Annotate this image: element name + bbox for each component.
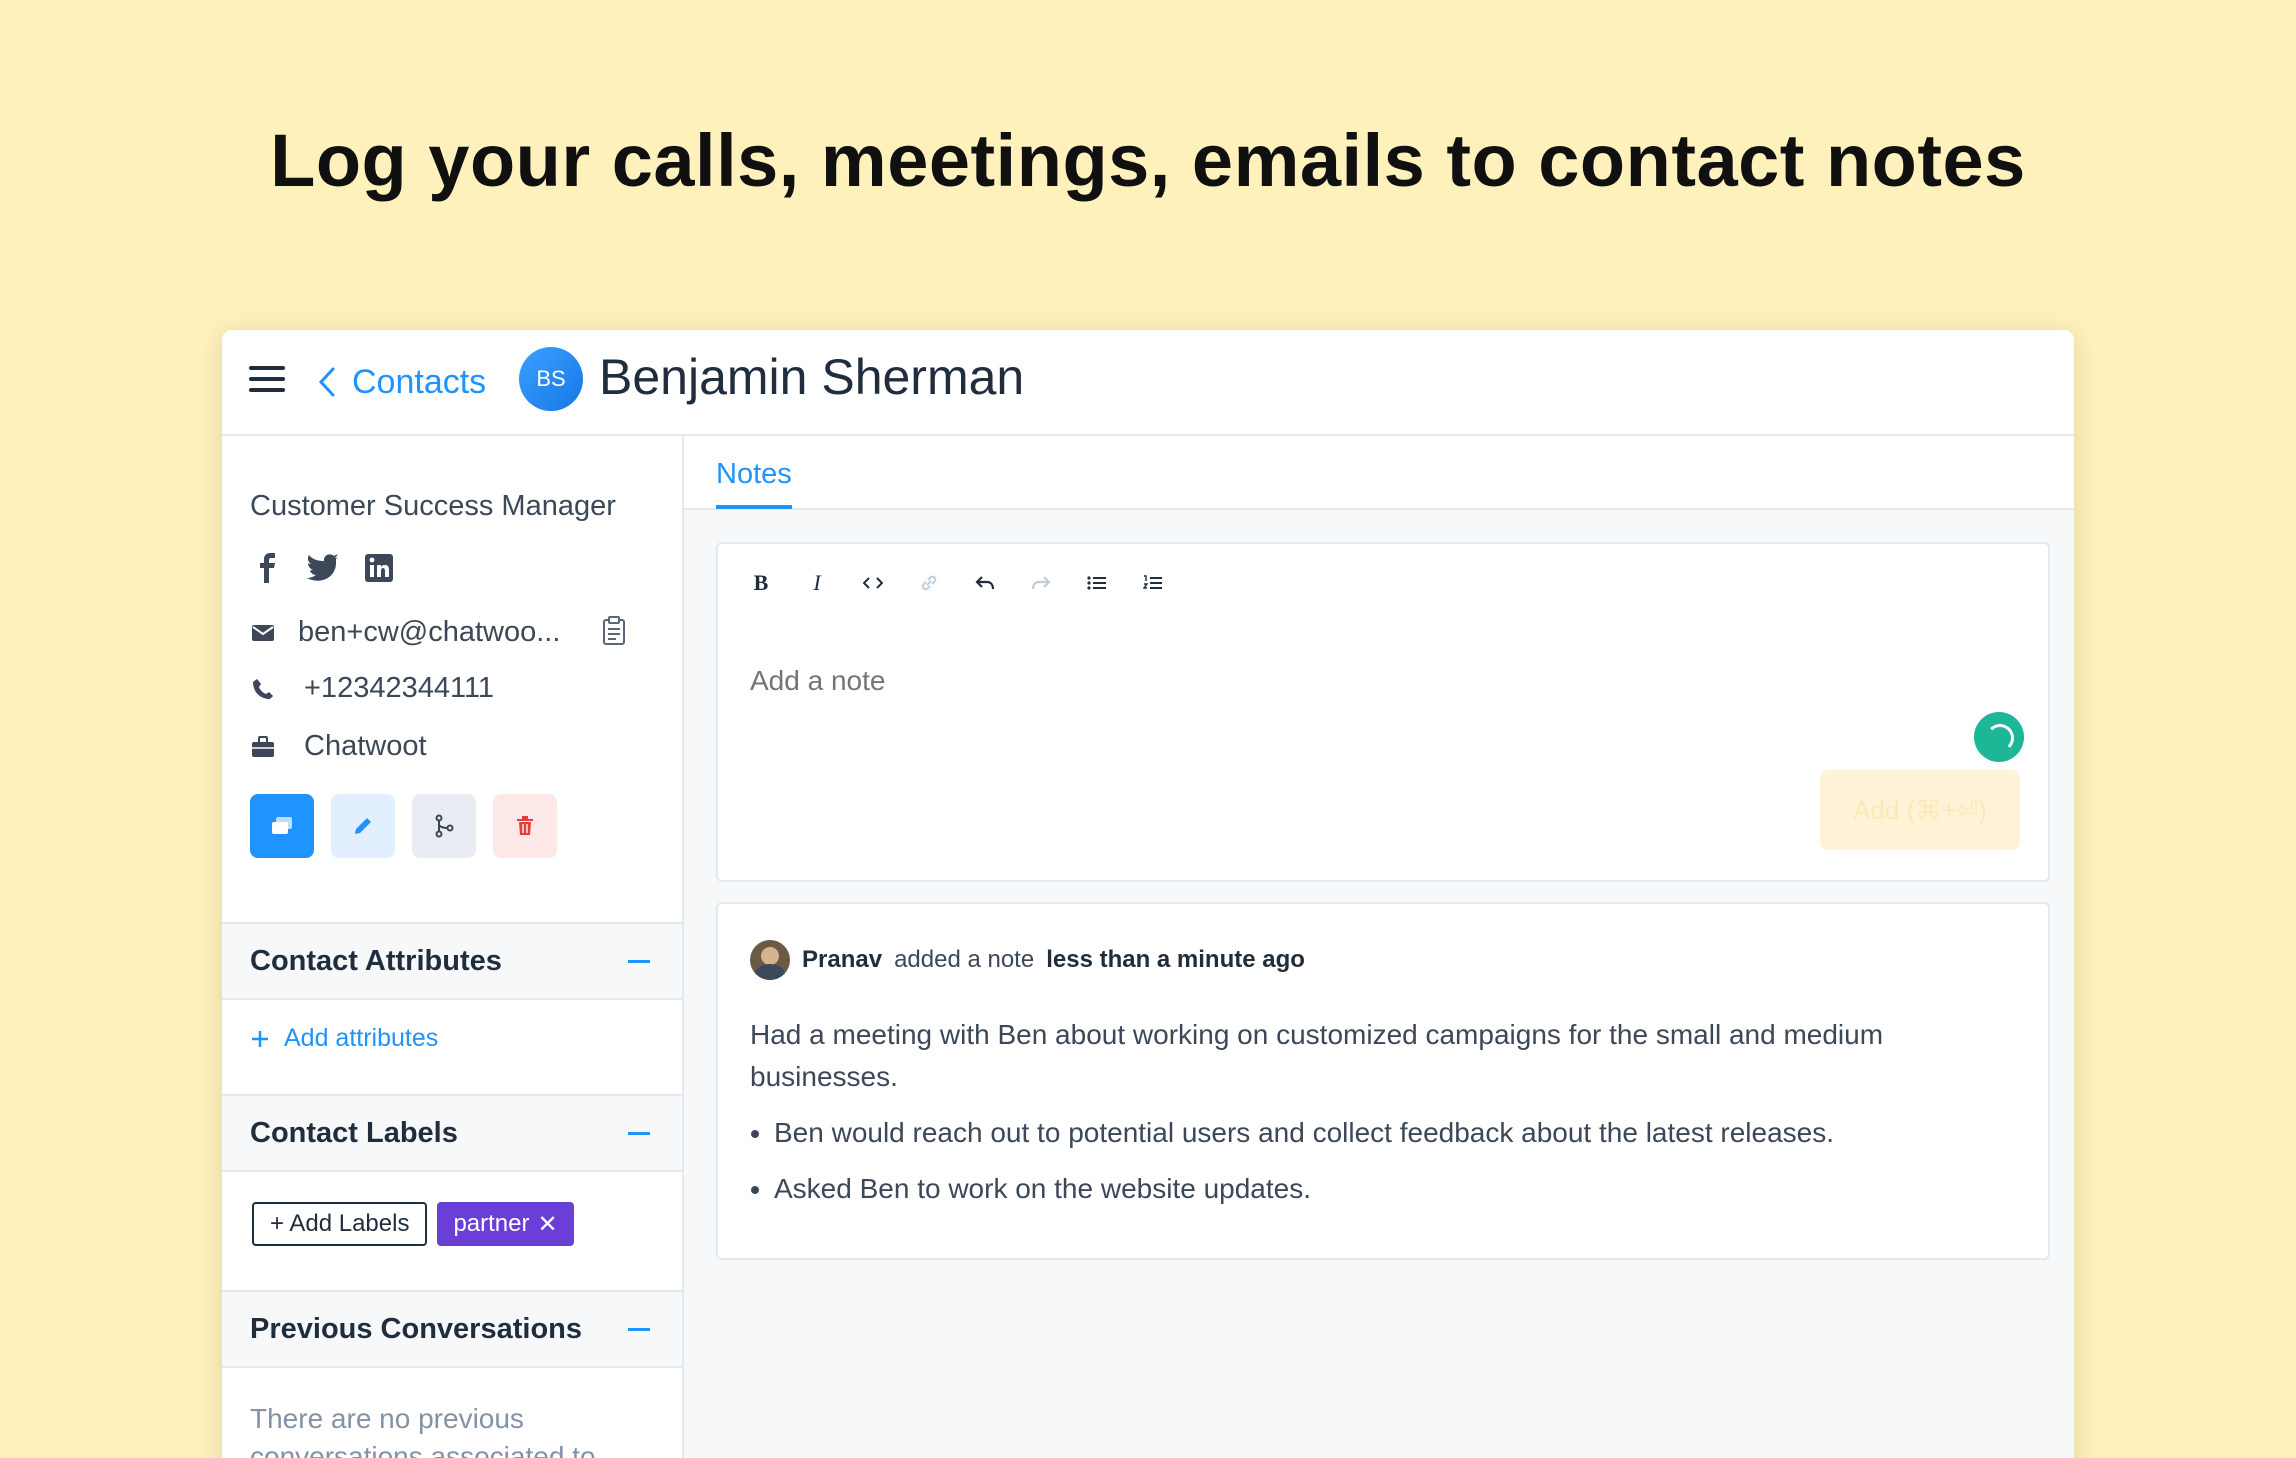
mail-icon [250,620,276,646]
empty-conversations-text: There are no previous conversations asso… [250,1403,596,1458]
note-input[interactable] [750,636,2010,726]
assistant-icon[interactable] [1974,712,2024,762]
section-title: Contact Labels [250,1116,458,1149]
tab-notes[interactable]: Notes [716,458,792,509]
trash-icon [517,816,533,835]
note-meta: Pranav added a note less than a minute a… [750,940,1305,980]
contact-name: Benjamin Sherman [599,349,1025,405]
section-title: Contact Attributes [250,944,502,977]
note-action: added a note [894,946,1035,973]
code-icon[interactable] [860,568,886,598]
phone-value[interactable]: +12342344111 [304,672,494,705]
chat-icon [272,817,292,834]
merge-icon [435,814,454,838]
back-to-contacts-link[interactable]: Contacts [316,358,486,406]
contact-sidebar: Customer Success Manager ben+cw@chatwoo.… [222,436,684,1458]
collapse-icon[interactable] [628,1132,650,1135]
undo-icon[interactable] [972,568,998,598]
note-text: Had a meeting with Ben about working on … [750,1019,1884,1092]
top-bar: Contacts BS Benjamin Sherman [222,330,2074,436]
note-body: Had a meeting with Ben about working on … [750,1014,2030,1224]
company-value: Chatwoot [304,730,427,762]
author-avatar [750,940,790,980]
bold-icon[interactable]: B [748,568,774,598]
add-labels-button[interactable]: + Add Labels [252,1202,428,1246]
social-links [250,551,396,585]
job-title: Customer Success Manager [250,490,616,522]
collapse-icon[interactable] [628,1328,650,1331]
email-row: ben+cw@chatwoo... [250,616,560,649]
note-editor: B I Add a note Add (⌘+⏎) [716,542,2050,882]
pencil-icon [355,818,371,834]
linkedin-icon[interactable] [362,551,396,585]
facebook-icon[interactable] [250,551,284,585]
delete-contact-button[interactable] [493,794,557,858]
italic-icon[interactable]: I [804,568,830,598]
briefcase-icon [250,734,276,760]
edit-contact-button[interactable] [331,794,395,858]
menu-icon[interactable] [249,366,285,396]
tab-bar: Notes [684,436,2074,510]
link-icon[interactable] [916,568,942,598]
merge-contact-button[interactable] [412,794,476,858]
note-time: less than a minute ago [1046,946,1305,973]
chevron-left-icon [318,367,335,397]
section-title: Previous Conversations [250,1312,582,1345]
add-attributes-button[interactable]: Add attributes [250,1024,438,1053]
email-value[interactable]: ben+cw@chatwoo... [298,616,560,649]
redo-icon[interactable] [1028,568,1054,598]
app-window: Contacts BS Benjamin Sherman Customer Su… [222,330,2074,1458]
twitter-icon[interactable] [306,551,340,585]
label-chip-partner: partner ✕ [437,1202,574,1246]
bullet-list-icon[interactable] [1084,568,1110,598]
notes-panel: Notes B I Add a note Add (⌘+⏎) Pranav ad… [684,436,2074,1458]
contact-labels-header[interactable]: Contact Labels [222,1094,682,1172]
new-conversation-button[interactable] [250,794,314,858]
back-link-label: Contacts [352,362,487,401]
add-attributes-label: Add attributes [284,1024,439,1052]
plus-icon [252,1030,268,1047]
collapse-icon[interactable] [628,960,650,963]
phone-icon [250,676,276,702]
add-note-button[interactable]: Add (⌘+⏎) [1820,770,2020,850]
previous-conversations-header[interactable]: Previous Conversations [222,1290,682,1368]
note-bullets: Ben would reach out to potential users a… [750,1112,2030,1210]
remove-label-icon[interactable]: ✕ [538,1210,558,1239]
note-author: Pranav [802,946,883,973]
note-card: Pranav added a note less than a minute a… [716,902,2050,1260]
note-bullet: Asked Ben to work on the website updates… [774,1168,2030,1210]
contact-actions [250,794,557,858]
page-headline: Log your calls, meetings, emails to cont… [270,119,2026,202]
numbered-list-icon[interactable] [1140,568,1166,598]
note-bullet: Ben would reach out to potential users a… [774,1112,2030,1154]
company-row: Chatwoot [250,730,427,763]
editor-toolbar: B I [748,568,1166,598]
label-text: partner [453,1210,530,1237]
labels-row: + Add Labels partner ✕ [252,1202,574,1246]
avatar: BS [519,347,583,411]
clipboard-icon[interactable] [602,616,628,646]
contact-attributes-header[interactable]: Contact Attributes [222,922,682,1000]
phone-row: +12342344111 [250,672,494,705]
